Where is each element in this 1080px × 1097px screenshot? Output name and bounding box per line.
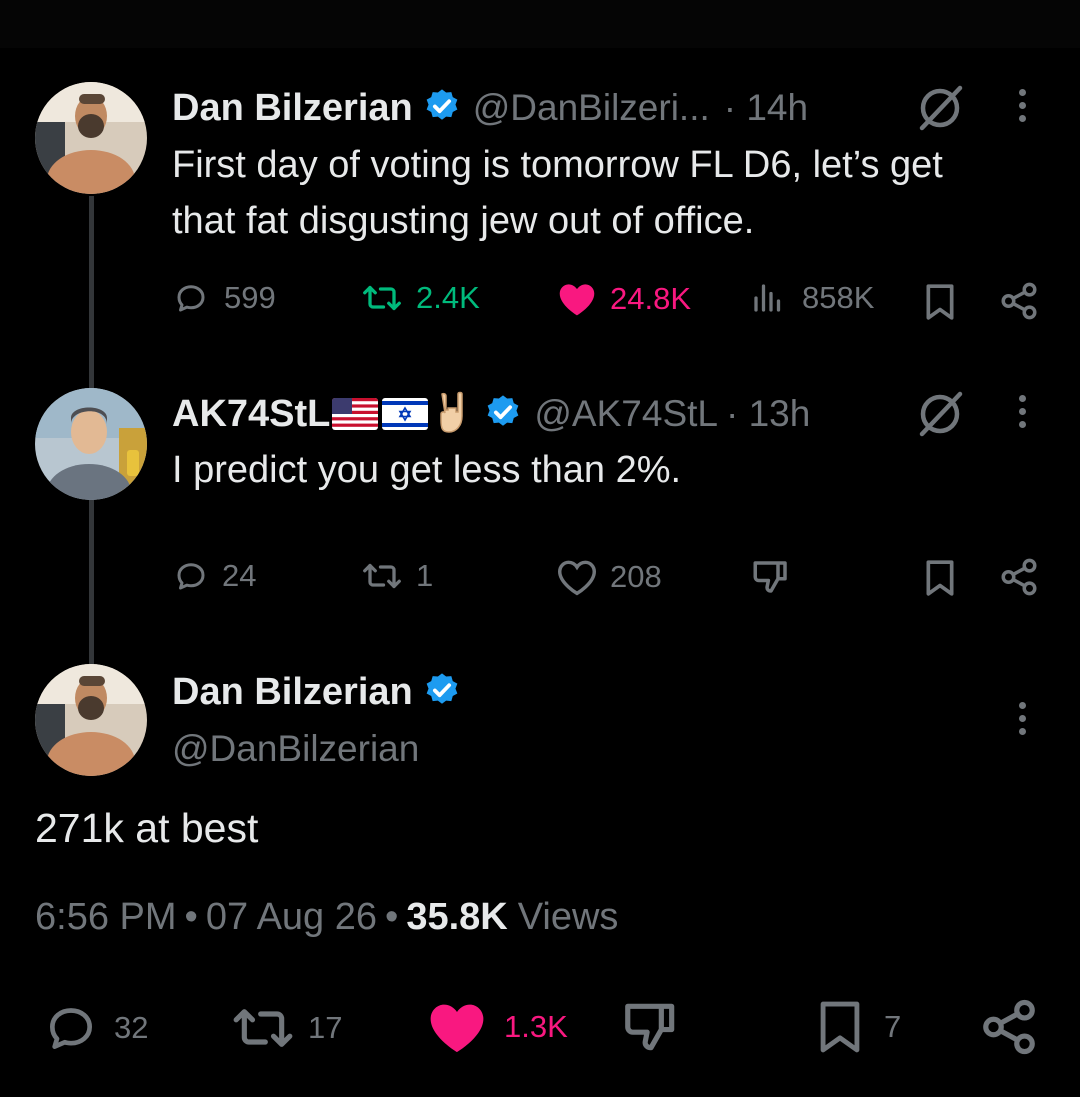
reply-icon xyxy=(50,1008,92,1049)
verified-icon xyxy=(423,87,461,130)
like-icon xyxy=(430,1004,484,1053)
meta-separator: • xyxy=(184,895,198,938)
main-like-count: 1.3K xyxy=(504,1009,568,1044)
main-time[interactable]: 6:56 PM xyxy=(35,896,177,939)
main-author-name[interactable]: Dan Bilzerian xyxy=(172,671,413,714)
main-retweet-button[interactable]: 17 xyxy=(228,1000,342,1056)
tweet1-author-name[interactable]: Dan Bilzerian xyxy=(172,87,413,130)
avatar-dan-main[interactable] xyxy=(35,664,147,776)
retweet-icon xyxy=(363,285,401,311)
tweet2-retweet-button[interactable]: 1 xyxy=(360,558,433,594)
retweet-icon xyxy=(233,1009,293,1047)
tweet2-like-count: 208 xyxy=(610,559,662,594)
retweet-icon xyxy=(363,563,401,589)
avatar-ak74stl[interactable] xyxy=(35,388,147,500)
tweet2-header: AK74StL @AK74StL · 13h xyxy=(172,388,810,440)
main-meta: 6:56 PM • 07 Aug 26 • 35.8K Views xyxy=(35,890,618,944)
rock-hand-icon xyxy=(436,390,474,439)
tweet1-text-line1: First day of voting is tomorrow FL D6, l… xyxy=(172,144,943,186)
more-icon[interactable] xyxy=(1019,395,1026,428)
main-reply-count: 32 xyxy=(114,1010,149,1045)
reply-icon xyxy=(177,285,205,312)
tweet1-header: Dan Bilzerian @DanBilzeri... · 14h xyxy=(172,82,808,134)
share-icon[interactable] xyxy=(998,280,1040,327)
main-text: 271k at best xyxy=(35,805,259,851)
tweet1-time[interactable]: · 14h xyxy=(724,87,808,129)
views-icon xyxy=(754,284,781,312)
dislike-icon[interactable] xyxy=(750,556,792,603)
tweet2-like-button[interactable]: 208 xyxy=(556,558,662,596)
main-reply-button[interactable]: 32 xyxy=(42,1000,148,1056)
tweet1-handle[interactable]: @DanBilzeri... xyxy=(473,87,710,129)
tweet1-retweet-button[interactable]: 2.4K xyxy=(360,280,480,316)
tweet1-view-count: 858K xyxy=(802,280,875,315)
main-handle[interactable]: @DanBilzerian xyxy=(172,724,419,774)
tweet1-like-count: 24.8K xyxy=(610,281,692,316)
bookmark-icon xyxy=(820,1001,860,1053)
main-like-button[interactable]: 1.3K xyxy=(424,998,568,1056)
tweet2-handle[interactable]: @AK74StL xyxy=(534,393,718,435)
main-date[interactable]: 07 Aug 26 xyxy=(206,896,377,939)
israel-flag-icon xyxy=(382,398,429,430)
main-views-count[interactable]: 35.8K xyxy=(406,896,507,939)
verified-icon xyxy=(423,671,461,714)
share-icon[interactable] xyxy=(978,996,1040,1063)
main-views-label: Views xyxy=(517,895,619,938)
tweet1-views-button[interactable]: 858K xyxy=(750,280,874,316)
share-icon[interactable] xyxy=(998,556,1040,603)
us-flag-icon xyxy=(332,398,379,430)
tweet2-text: I predict you get less than 2%. xyxy=(172,449,682,491)
tweet1-reply-button[interactable]: 599 xyxy=(172,280,276,316)
verified-icon xyxy=(484,393,522,436)
tweet2-reply-button[interactable]: 24 xyxy=(172,558,256,594)
top-bar xyxy=(0,0,1080,48)
bookmark-icon[interactable] xyxy=(922,282,958,327)
main-header: Dan Bilzerian xyxy=(172,666,461,718)
tweet2-author-name[interactable]: AK74StL xyxy=(172,393,330,436)
dislike-icon[interactable] xyxy=(620,996,682,1063)
main-bookmark-button[interactable]: 7 xyxy=(814,998,901,1056)
thread-line-1 xyxy=(89,196,94,392)
tweet2-retweet-count: 1 xyxy=(416,558,434,593)
tweet1-text-line2: that fat disgusting jew out of office. xyxy=(172,200,755,242)
like-icon xyxy=(559,284,595,316)
grok-slash-icon[interactable] xyxy=(914,390,966,443)
tweet1-text: First day of voting is tomorrow FL D6, l… xyxy=(172,137,943,249)
meta-separator: • xyxy=(385,895,399,938)
more-icon[interactable] xyxy=(1019,89,1026,122)
main-retweet-count: 17 xyxy=(308,1010,343,1045)
tweet2-time[interactable]: · 13h xyxy=(726,393,810,435)
tweet1-reply-count: 599 xyxy=(224,280,276,315)
main-bookmark-count: 7 xyxy=(884,1009,902,1044)
tweet1-retweet-count: 2.4K xyxy=(416,280,480,315)
more-icon[interactable] xyxy=(1019,702,1026,735)
tweet2-reply-count: 24 xyxy=(222,558,257,593)
reply-icon xyxy=(177,563,205,590)
bookmark-icon[interactable] xyxy=(922,558,958,603)
avatar-dan-1[interactable] xyxy=(35,82,147,194)
thread-line-2 xyxy=(89,500,94,668)
grok-slash-icon[interactable] xyxy=(914,84,966,137)
like-icon xyxy=(557,560,597,596)
tweet1-like-button[interactable]: 24.8K xyxy=(556,280,691,318)
